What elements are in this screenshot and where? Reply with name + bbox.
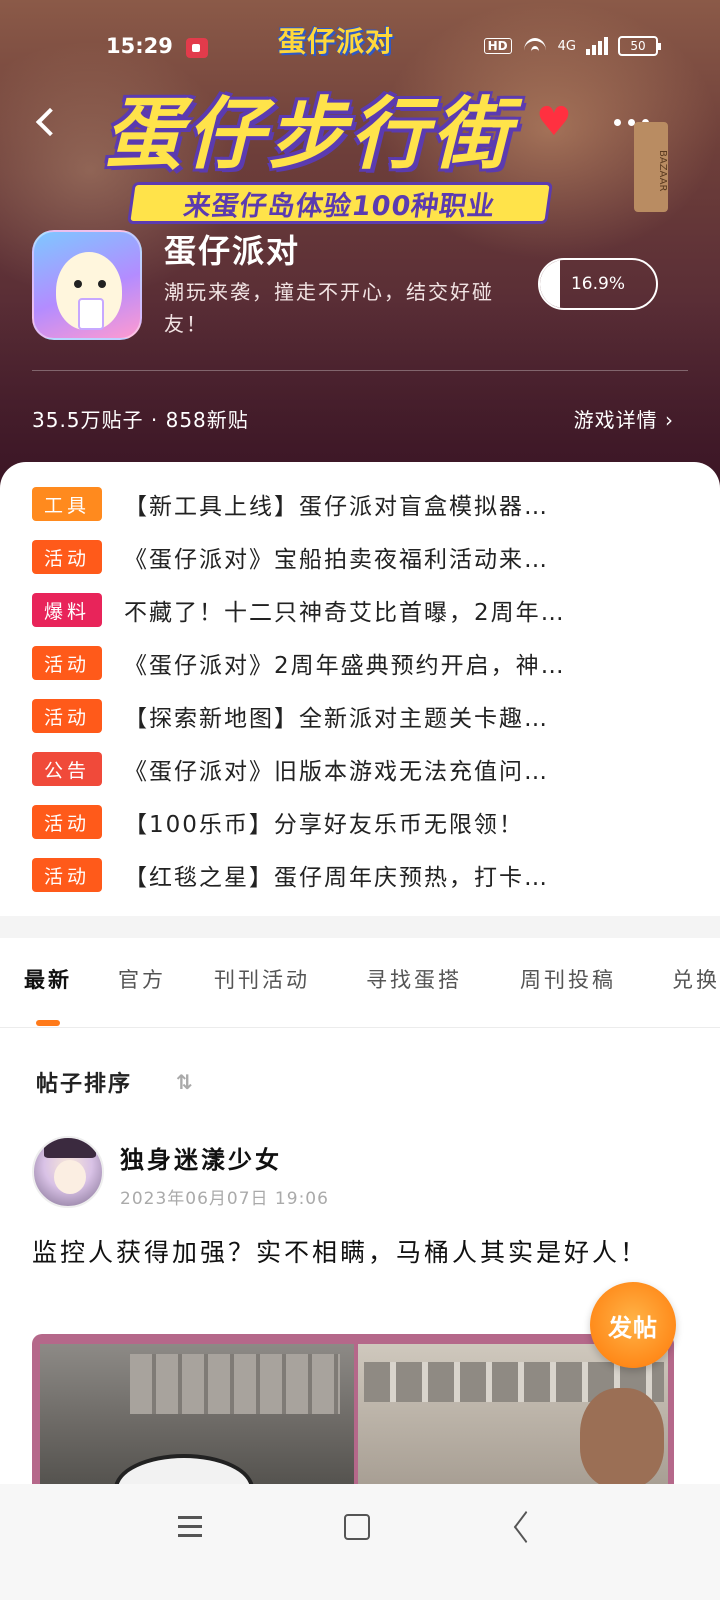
section-separator bbox=[0, 916, 720, 938]
notice-tag: 爆料 bbox=[32, 593, 102, 627]
post-sort-label[interactable]: 帖子排序 bbox=[36, 1066, 132, 1098]
tab-official[interactable]: 官方 bbox=[118, 964, 166, 994]
notice-tag: 活动 bbox=[32, 858, 102, 892]
home-icon[interactable] bbox=[344, 1514, 370, 1540]
notice-tag: 活动 bbox=[32, 646, 102, 680]
notice-tag: 活动 bbox=[32, 805, 102, 839]
notice-tag: 活动 bbox=[32, 699, 102, 733]
banner-title-art: 蛋仔步行街 来蛋仔岛体验100种职业 bbox=[90, 70, 590, 230]
post-time: 2023年06月07日 19:06 bbox=[120, 1189, 329, 1209]
back-icon[interactable] bbox=[510, 1512, 538, 1542]
sort-icon[interactable]: ⇅ bbox=[176, 1070, 193, 1094]
notice-tag: 工具 bbox=[32, 487, 102, 521]
notice-item[interactable]: 活动 【红毯之星】蛋仔周年庆预热，打卡… bbox=[32, 857, 672, 893]
follow-progress-fill bbox=[540, 260, 560, 308]
follow-progress-label: 16.9% bbox=[570, 274, 625, 294]
notice-item[interactable]: 活动 【100乐币】分享好友乐币无限领！ bbox=[32, 804, 672, 840]
post-stats: 35.5万贴子 · 858新贴 bbox=[32, 408, 249, 432]
category-tabs: 最新 官方 刊刊活动 寻找蛋搭 周刊投稿 兑换 bbox=[0, 938, 720, 1028]
notice-item[interactable]: 爆料 不藏了！十二只神奇艾比首曝，2周年… bbox=[32, 592, 672, 628]
notice-text: 《蛋仔派对》旧版本游戏无法充值问… bbox=[124, 759, 549, 785]
notice-text: 【探索新地图】全新派对主题关卡趣… bbox=[124, 706, 549, 732]
back-button[interactable] bbox=[30, 104, 66, 140]
notice-item[interactable]: 活动 《蛋仔派对》2周年盛典预约开启，神… bbox=[32, 645, 672, 681]
banner-title: 蛋仔步行街 bbox=[104, 90, 515, 180]
notice-item[interactable]: 工具 【新工具上线】蛋仔派对盲盒模拟器… bbox=[32, 486, 672, 522]
notice-text: 【100乐币】分享好友乐币无限领！ bbox=[124, 812, 524, 838]
battery-icon: 50 bbox=[618, 36, 661, 56]
notice-tag: 公告 bbox=[32, 752, 102, 786]
tab-find-partner[interactable]: 寻找蛋搭 bbox=[366, 964, 462, 994]
post-image[interactable] bbox=[32, 1334, 674, 1484]
signal-icon bbox=[586, 37, 608, 55]
header-divider bbox=[32, 370, 688, 371]
heart-icon[interactable]: ♥ bbox=[536, 102, 572, 142]
notice-text: 【红毯之星】蛋仔周年庆预热，打卡… bbox=[124, 865, 549, 891]
tab-events[interactable]: 刊刊活动 bbox=[214, 964, 310, 994]
tab-weekly-submission[interactable]: 周刊投稿 bbox=[520, 964, 616, 994]
tab-redeem[interactable]: 兑换 bbox=[672, 964, 720, 994]
notice-item[interactable]: 公告 《蛋仔派对》旧版本游戏无法充值问… bbox=[32, 751, 672, 787]
hd-badge: HD bbox=[483, 38, 512, 54]
game-logo-text: 蛋仔派对 bbox=[278, 25, 395, 58]
notice-text: 《蛋仔派对》宝船拍卖夜福利活动来… bbox=[124, 547, 549, 573]
avatar[interactable] bbox=[32, 1136, 104, 1208]
notice-tag: 活动 bbox=[32, 540, 102, 574]
system-nav-bar bbox=[0, 1484, 720, 1600]
post-author[interactable]: 独身迷漾少女 bbox=[120, 1140, 282, 1175]
status-time: 15:29 bbox=[106, 34, 173, 58]
notice-text: 【新工具上线】蛋仔派对盲盒模拟器… bbox=[124, 494, 549, 520]
post-title[interactable]: 监控人获得加强？实不相瞒，马桶人其实是好人！ bbox=[32, 1232, 672, 1274]
status-icons: HD 4G 50 bbox=[483, 36, 661, 56]
game-description: 潮玩来袭，撞走不开心，结交好碰友！ bbox=[164, 280, 494, 336]
follow-progress-button[interactable]: 16.9% bbox=[538, 258, 658, 310]
game-header-banner: 15:29 HD 4G 50 蛋仔派对 蛋仔步行街 来蛋仔岛体验100种职业 ♥… bbox=[0, 0, 720, 500]
network-type: 4G bbox=[557, 38, 576, 54]
notice-item[interactable]: 活动 《蛋仔派对》宝船拍卖夜福利活动来… bbox=[32, 539, 672, 575]
game-app-icon[interactable] bbox=[32, 230, 142, 340]
banner-subtitle: 来蛋仔岛体验100种职业 bbox=[127, 182, 553, 224]
screen-record-icon bbox=[186, 38, 208, 58]
game-details-link[interactable]: 游戏详情 › bbox=[574, 404, 674, 433]
new-post-button[interactable]: 发帖 bbox=[590, 1282, 676, 1368]
menu-icon[interactable] bbox=[174, 1514, 206, 1540]
notice-text: 《蛋仔派对》2周年盛典预约开启，神… bbox=[124, 653, 566, 679]
pinned-notices: 工具 【新工具上线】蛋仔派对盲盒模拟器… 活动 《蛋仔派对》宝船拍卖夜福利活动来… bbox=[0, 462, 720, 922]
active-tab-indicator bbox=[36, 1020, 60, 1026]
bazaar-sign: BAZAAR bbox=[634, 122, 668, 212]
notice-item[interactable]: 活动 【探索新地图】全新派对主题关卡趣… bbox=[32, 698, 672, 734]
wifi-icon bbox=[522, 36, 548, 56]
notice-text: 不藏了！十二只神奇艾比首曝，2周年… bbox=[124, 600, 566, 626]
tab-latest[interactable]: 最新 bbox=[24, 964, 72, 994]
game-name: 蛋仔派对 bbox=[164, 232, 301, 270]
